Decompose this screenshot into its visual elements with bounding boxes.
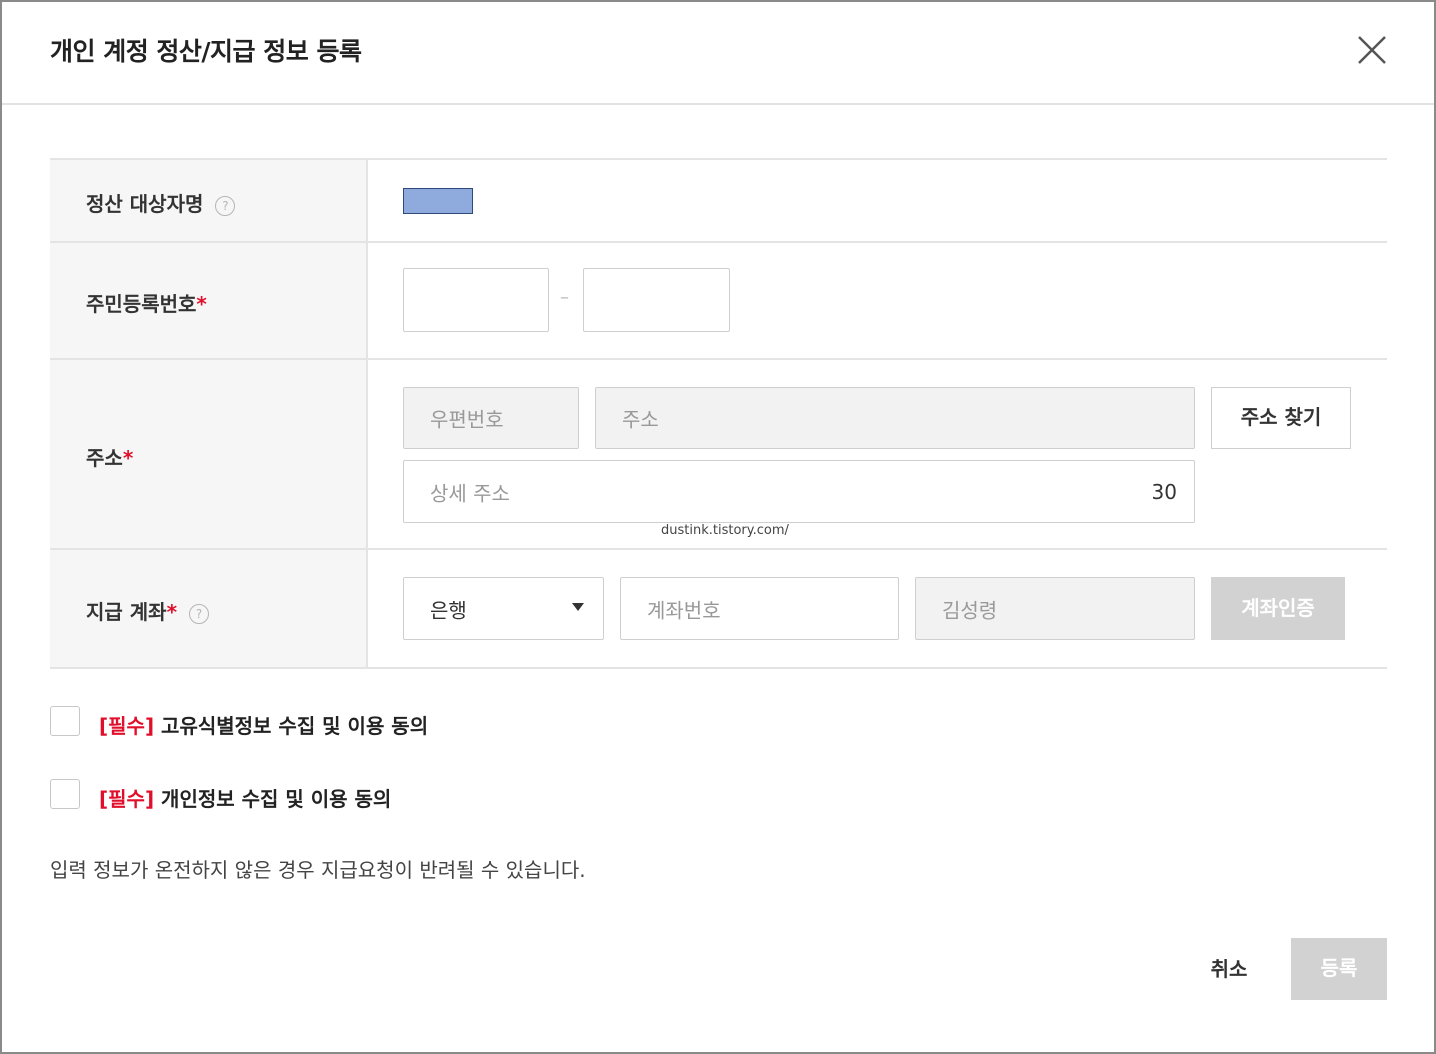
recipient-label: 정산 대상자명?	[86, 188, 236, 217]
bank-select-value: 은행	[430, 598, 467, 622]
help-icon[interactable]: ?	[215, 195, 236, 216]
account-holder-field: 김성령	[915, 577, 1195, 640]
recipient-label-cell: 정산 대상자명?	[50, 160, 368, 241]
resident-number-row: 주민등록번호* –	[50, 243, 1387, 360]
account-number-placeholder: 계좌번호	[647, 598, 721, 622]
verify-account-button[interactable]: 계좌인증	[1211, 577, 1345, 640]
recipient-row: 정산 대상자명?	[50, 160, 1387, 243]
notice-text: 입력 정보가 온전하지 않은 경우 지급요청이 반려될 수 있습니다.	[50, 858, 586, 882]
close-icon[interactable]	[1354, 32, 1390, 68]
agreement-label-personal-info: [필수] 개인정보 수집 및 이용 동의	[99, 787, 392, 811]
resident-number-separator: –	[560, 287, 569, 308]
help-icon[interactable]: ?	[189, 603, 210, 624]
settlement-form: 정산 대상자명? 주민등록번호* – 주소* 우편번호 주소 주소 찾기 상세 …	[50, 158, 1387, 669]
watermark: dustink.tistory.com/	[661, 523, 789, 538]
dialog-header: 개인 계정 정산/지급 정보 등록	[2, 2, 1434, 105]
recipient-name-masked	[403, 188, 473, 214]
address-row: 주소* 우편번호 주소 주소 찾기 상세 주소 30 dustink.tisto…	[50, 360, 1387, 550]
detail-address-char-count: 30	[1151, 479, 1177, 504]
bank-select[interactable]: 은행	[403, 577, 604, 640]
submit-button[interactable]: 등록	[1291, 938, 1387, 1000]
account-row: 지급 계좌*? 은행 계좌번호 김성령 계좌인증	[50, 550, 1387, 669]
address-placeholder: 주소	[622, 407, 659, 432]
postal-code-field[interactable]: 우편번호	[403, 387, 579, 449]
detail-address-placeholder: 상세 주소	[430, 481, 510, 505]
account-label-cell: 지급 계좌*?	[50, 550, 368, 667]
resident-number-second-input[interactable]	[583, 268, 730, 332]
agreement-label-unique-id: [필수] 고유식별정보 수집 및 이용 동의	[99, 714, 429, 738]
cancel-button[interactable]: 취소	[1185, 938, 1273, 1000]
resident-number-label: 주민등록번호*	[86, 292, 207, 316]
dialog-title: 개인 계정 정산/지급 정보 등록	[50, 37, 362, 66]
address-label-cell: 주소*	[50, 360, 368, 548]
resident-number-first-input[interactable]	[403, 268, 549, 332]
chevron-down-icon	[572, 603, 584, 611]
agreement-checkbox-personal-info[interactable]	[50, 779, 80, 809]
settlement-dialog: 개인 계정 정산/지급 정보 등록 정산 대상자명? 주민등록번호* – 주소*…	[0, 0, 1436, 1054]
address-field[interactable]: 주소	[595, 387, 1195, 449]
account-number-field[interactable]: 계좌번호	[620, 577, 899, 640]
detail-address-field[interactable]: 상세 주소 30	[403, 460, 1195, 523]
postal-code-placeholder: 우편번호	[430, 407, 504, 432]
address-label: 주소*	[86, 446, 134, 470]
resident-number-label-cell: 주민등록번호*	[50, 243, 368, 358]
find-address-button[interactable]: 주소 찾기	[1211, 387, 1351, 449]
account-label: 지급 계좌*?	[86, 596, 210, 625]
account-holder-placeholder: 김성령	[942, 598, 998, 622]
agreement-checkbox-unique-id[interactable]	[50, 706, 80, 736]
